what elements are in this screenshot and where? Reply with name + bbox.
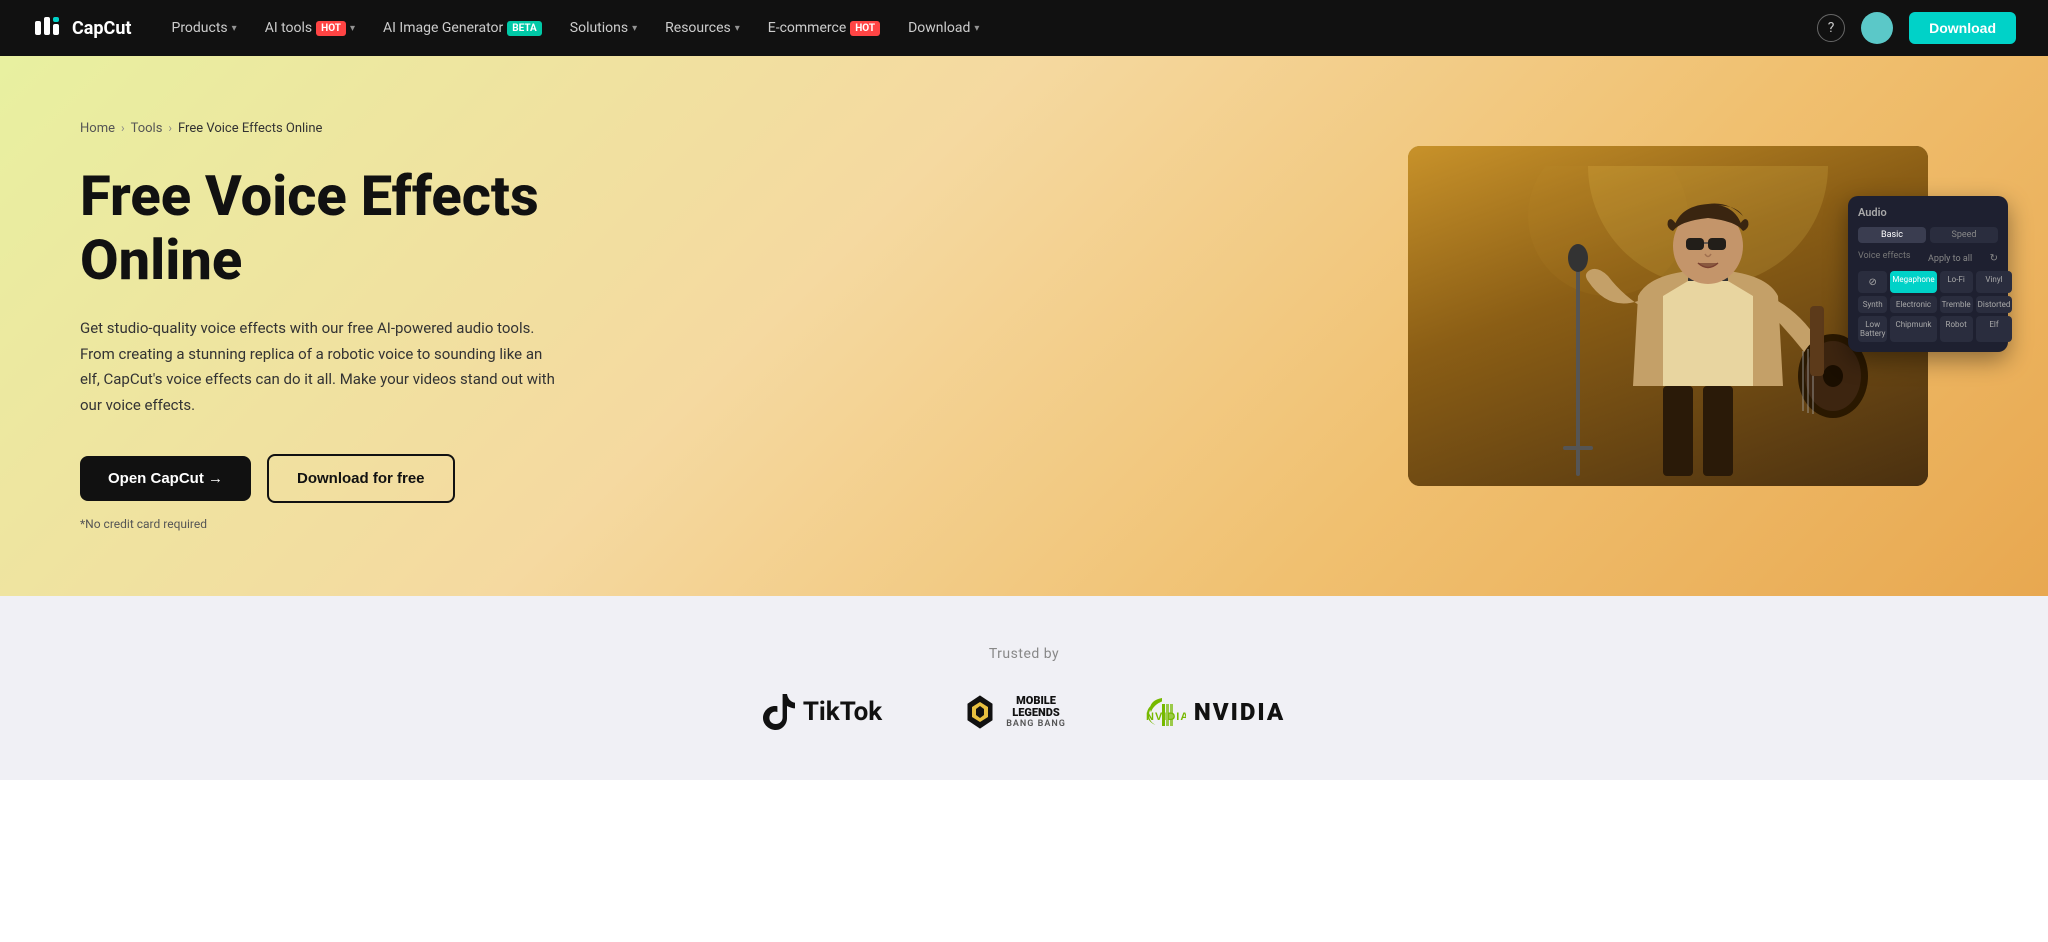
electronic-label: Electronic [1892,300,1934,309]
breadcrumb: Home › Tools › Free Voice Effects Online [80,121,600,136]
effect-megaphone[interactable]: Megaphone [1890,271,1936,293]
trusted-section: Trusted by TikTok MOBILE LEGENDS BANG BA… [0,596,2048,780]
breadcrumb-tools[interactable]: Tools [131,121,163,136]
voice-effects-panel: Audio Basic Speed Voice effects Apply to… [1848,196,2008,352]
chevron-icon: ▾ [350,23,355,34]
hero-buttons: Open CapCut → Download for free [80,454,600,503]
vinyl-label: Vinyl [1978,275,2011,284]
nav-item-ai-tools[interactable]: AI tools Hot ▾ [253,12,367,44]
breadcrumb-sep-2: › [168,121,172,135]
breadcrumb-current: Free Voice Effects Online [178,121,322,136]
nvidia-text: NVIDIA [1194,698,1285,726]
none-icon: ⊘ [1860,275,1885,289]
hero-left: Home › Tools › Free Voice Effects Online… [80,121,600,532]
nvidia-logo: NVIDIA NVIDIA [1146,698,1285,726]
effect-synth[interactable]: Synth [1858,296,1887,313]
effect-tremble[interactable]: Tremble [1940,296,1973,313]
navbar-download-button[interactable]: Download [1909,12,2016,44]
tiktok-text: TikTok [803,697,882,727]
nav-item-ai-image[interactable]: AI Image Generator Beta [371,12,554,44]
svg-text:NVIDIA: NVIDIA [1146,711,1186,723]
distorted-label: Distorted [1978,300,2011,309]
panel-tabs: Basic Speed [1858,227,1998,243]
effect-robot[interactable]: Robot [1940,316,1973,342]
nav-item-resources[interactable]: Resources ▾ [653,12,752,44]
breadcrumb-home[interactable]: Home [80,121,115,136]
panel-tab-basic[interactable]: Basic [1858,227,1926,243]
robot-label: Robot [1942,320,1971,329]
apply-all-row: Voice effects Apply to all ↻ [1858,251,1998,266]
nav-item-download[interactable]: Download ▾ [896,12,991,44]
voice-effects-grid: ⊘ Megaphone Lo-Fi Vinyl Synth [1858,271,1998,342]
lofi-label: Lo-Fi [1942,275,1971,284]
nav-item-products[interactable]: Products ▾ [159,12,248,44]
panel-header: Audio [1858,206,1998,219]
mobile-legends-logo: MOBILE LEGENDS BANG BANG [962,694,1066,730]
effect-vinyl[interactable]: Vinyl [1976,271,2013,293]
navbar-right: ? Download [1817,12,2016,44]
megaphone-label: Megaphone [1892,275,1934,284]
effect-low-battery[interactable]: Low Battery [1858,316,1887,342]
hero-image-container: Audio Basic Speed Voice effects Apply to… [1408,146,1968,506]
hero-section: Home › Tools › Free Voice Effects Online… [0,56,2048,596]
nav-items: Products ▾ AI tools Hot ▾ AI Image Gener… [159,12,1817,44]
nav-item-ecommerce[interactable]: E-commerce Hot [756,12,892,44]
navbar: CapCut Products ▾ AI tools Hot ▾ AI Imag… [0,0,2048,56]
download-for-free-button[interactable]: Download for free [267,454,455,503]
effect-none[interactable]: ⊘ [1858,271,1887,293]
breadcrumb-sep-1: › [121,121,125,135]
apply-all-text: Apply to all [1928,254,1972,264]
effect-electronic[interactable]: Electronic [1890,296,1936,313]
low-battery-label: Low Battery [1860,320,1885,338]
effect-chipmunk[interactable]: Chipmunk [1890,316,1936,342]
hot-badge: Hot [850,21,880,36]
effect-distorted[interactable]: Distorted [1976,296,2013,313]
no-credit-text: *No credit card required [80,517,600,531]
tiktok-logo: TikTok [763,694,882,730]
synth-label: Synth [1860,300,1885,309]
chevron-icon: ▾ [632,23,637,34]
chipmunk-label: Chipmunk [1892,320,1934,329]
open-capcut-button[interactable]: Open CapCut → [80,456,251,501]
trusted-logos: TikTok MOBILE LEGENDS BANG BANG [80,694,1968,730]
logo-icon [32,12,64,44]
chevron-icon: ▾ [974,23,979,34]
hero-description: Get studio-quality voice effects with ou… [80,316,560,418]
effect-lofi[interactable]: Lo-Fi [1940,271,1973,293]
logo[interactable]: CapCut [32,12,131,44]
hero-right: Audio Basic Speed Voice effects Apply to… [600,146,1968,506]
tremble-label: Tremble [1942,300,1971,309]
hero-title: Free Voice Effects Online [80,164,600,293]
trusted-label: Trusted by [80,646,1968,662]
hot-badge: Hot [316,21,346,36]
panel-tab-speed[interactable]: Speed [1930,227,1998,243]
chevron-icon: ▾ [735,23,740,34]
help-icon[interactable]: ? [1817,14,1845,42]
elf-label: Elf [1978,320,2011,329]
refresh-icon[interactable]: ↻ [1990,253,1998,264]
chevron-icon: ▾ [232,23,237,34]
beta-badge: Beta [507,21,542,36]
nav-item-solutions[interactable]: Solutions ▾ [558,12,649,44]
avatar[interactable] [1861,12,1893,44]
effect-elf[interactable]: Elf [1976,316,2013,342]
section-label: Voice effects [1858,251,1911,261]
logo-text: CapCut [72,18,131,39]
